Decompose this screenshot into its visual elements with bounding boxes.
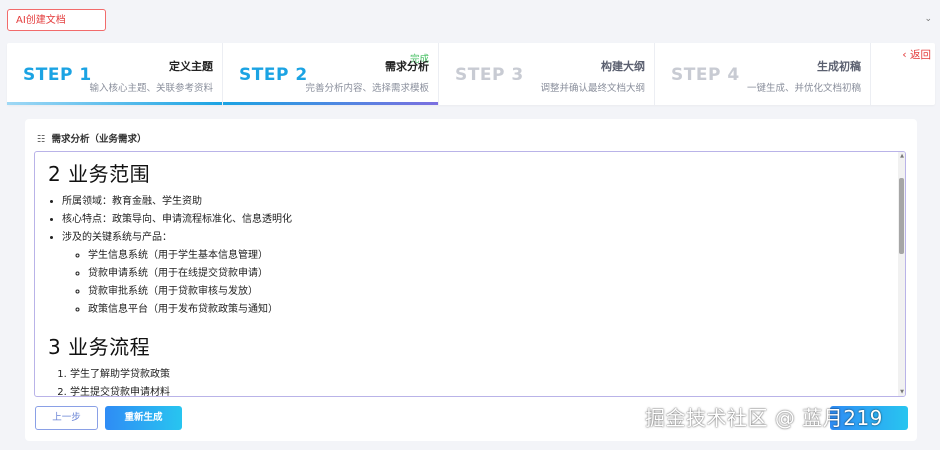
scroll-up-icon[interactable]: ▲ — [900, 153, 904, 159]
scrollbar-thumb[interactable] — [899, 178, 904, 254]
list-item: 学生了解助学贷款政策 — [70, 366, 888, 384]
editor-content[interactable]: 2 业务范围 所属领域：教育金融、学生资助 核心特点：政策导向、申请流程标准化、… — [48, 156, 888, 396]
list-icon: ☷ — [37, 134, 46, 145]
step-number: STEP 1 — [23, 65, 92, 85]
list-item: 核心特点：政策导向、申请流程标准化、信息透明化 — [62, 211, 888, 229]
list-item: 学生提交贷款申请材料 — [70, 384, 888, 396]
list-item: 政策信息平台（用于发布贷款政策与通知） — [88, 301, 888, 319]
step-description: 输入核心主题、关联参考资料 — [89, 83, 213, 94]
step-4[interactable]: STEP 4 生成初稿 一键生成、并优化文档初稿 — [655, 43, 871, 105]
steps-bar: STEP 1 定义主题 输入核心主题、关联参考资料 完成 STEP 2 需求分析… — [7, 43, 935, 105]
top-bar: AI创建文档 ⌄ — [0, 0, 940, 42]
watermark: 掘金技术社区 @ 蓝月219 — [645, 406, 883, 430]
list-item: 涉及的关键系统与产品： 学生信息系统（用于学生基本信息管理） 贷款申请系统（用于… — [62, 229, 888, 319]
step-description: 调整并确认最终文档大纲 — [540, 83, 645, 94]
step-title: 需求分析 — [385, 60, 429, 73]
step-progress-bar — [7, 102, 222, 105]
step-title: 构建大纲 — [601, 60, 645, 73]
list-item: 学生信息系统（用于学生基本信息管理） — [88, 247, 888, 265]
editor-heading: 3 业务流程 — [48, 335, 151, 359]
scroll-down-icon[interactable]: ▼ — [900, 389, 904, 395]
step-title: 生成初稿 — [817, 60, 861, 73]
step-1[interactable]: STEP 1 定义主题 输入核心主题、关联参考资料 — [7, 43, 223, 105]
editor-scrollbar[interactable]: ▲ ▼ — [898, 152, 905, 396]
regenerate-button[interactable]: 重新生成 — [105, 406, 182, 430]
editor-heading: 2 业务范围 — [48, 162, 151, 186]
step-progress-bar — [223, 102, 438, 105]
section-label-text: 需求分析（业务需求） — [51, 134, 147, 145]
list-item: 贷款申请系统（用于在线提交贷款申请） — [88, 265, 888, 283]
list-item: 所属领域：教育金融、学生资助 — [62, 193, 888, 211]
back-link[interactable]: ‹ 返回 — [902, 47, 931, 62]
step-number: STEP 2 — [239, 65, 308, 85]
process-list: 学生了解助学贷款政策 学生提交贷款申请材料 — [48, 366, 888, 396]
step-title: 定义主题 — [169, 60, 213, 73]
section-title: ☷ 需求分析（业务需求） — [37, 131, 147, 145]
content-card: ☷ 需求分析（业务需求） 2 业务范围 所属领域：教育金融、学生资助 核心特点：政… — [25, 119, 917, 441]
step-description: 一键生成、并优化文档初稿 — [746, 83, 861, 94]
requirements-editor[interactable]: 2 业务范围 所属领域：教育金融、学生资助 核心特点：政策导向、申请流程标准化、… — [34, 151, 906, 397]
step-number: STEP 4 — [671, 65, 740, 85]
step-3[interactable]: STEP 3 构建大纲 调整并确认最终文档大纲 — [439, 43, 655, 105]
list-item: 贷款审批系统（用于贷款审核与发放） — [88, 283, 888, 301]
previous-step-button[interactable]: 上一步 — [35, 406, 98, 430]
scope-list: 所属领域：教育金融、学生资助 核心特点：政策导向、申请流程标准化、信息透明化 涉… — [48, 193, 888, 319]
back-label: 返回 — [910, 49, 931, 61]
step-2[interactable]: 完成 STEP 2 需求分析 完善分析内容、选择需求模板 — [223, 43, 439, 105]
chevron-left-icon: ‹ — [902, 48, 907, 61]
chevron-down-icon[interactable]: ⌄ — [924, 14, 932, 24]
ai-create-doc-button[interactable]: AI创建文档 — [7, 9, 106, 31]
step-number: STEP 3 — [455, 65, 524, 85]
systems-list: 学生信息系统（用于学生基本信息管理） 贷款申请系统（用于在线提交贷款申请） 贷款… — [62, 247, 888, 319]
step-description: 完善分析内容、选择需求模板 — [305, 83, 429, 94]
